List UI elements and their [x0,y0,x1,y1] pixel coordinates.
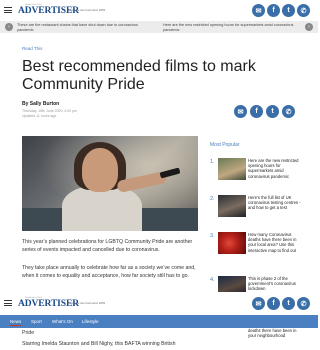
article-category[interactable]: Read This [22,46,42,51]
site-tagline: News you can trust since 1854 [67,8,106,12]
most-popular-item[interactable]: 1. Here are the new restricted opening h… [210,158,300,184]
ticker-left-arrow-icon[interactable]: ‹ [5,23,13,31]
thumbnail-image [218,195,246,217]
header-social-bar: ✉ f t ✆ [252,297,310,310]
whatsapp-icon[interactable]: ✆ [297,297,310,310]
nav-tab-lifestyle[interactable]: Lifestyle [82,319,99,324]
email-icon[interactable]: ✉ [252,4,265,17]
most-popular-item-text[interactable]: deaths there have been in your neighbour… [248,328,304,338]
sticky-site-header: Established 1854 ADVERTISER News you can… [0,292,318,315]
nav-tab-sport[interactable]: Sport [31,319,42,324]
facebook-share-icon[interactable]: f [250,105,263,118]
nav-tab-whats-on[interactable]: What's On [52,319,73,324]
article-updated: Updated 11 hours ago [22,114,57,118]
thumbnail-image [218,232,246,254]
most-popular-heading: Most Popular [210,142,240,148]
header-social-bar: ✉ f t ✆ [252,4,310,17]
article-paragraph: This year’s planned celebrations for LGB… [22,239,193,253]
hamburger-menu-icon[interactable] [4,300,12,306]
twitter-share-icon[interactable]: t [266,105,279,118]
article-subheading: Pride [22,330,35,336]
nav-tab-news[interactable]: News [10,319,22,326]
news-ticker: ‹ These are the restaurant chains that h… [0,21,318,33]
whatsapp-share-icon[interactable]: ✆ [282,105,295,118]
thumbnail-image [218,158,246,180]
email-icon[interactable]: ✉ [252,297,265,310]
main-nav: News Sport What's On Lifestyle [0,315,318,328]
facebook-icon[interactable]: f [267,297,280,310]
most-popular-item[interactable]: 2. Here’s the full list of UK coronaviru… [210,195,301,221]
article-share-bar: ✉ f t ✆ [234,105,295,118]
article-headline: Best recommended films to mark Community… [22,58,256,93]
site-logo[interactable]: Established 1854 ADVERTISER [18,297,79,310]
ticker-item[interactable]: These are the restaurant chains that hav… [17,23,145,32]
site-tagline: News you can trust since 1854 [67,301,106,305]
article-date: Thursday, 18th June 2020, 4:00 pm [22,109,77,113]
article-byline[interactable]: By Sally Burton [22,101,59,107]
article-paragraph: They take place annually to celebrate ho… [22,265,196,279]
email-share-icon[interactable]: ✉ [234,105,247,118]
twitter-icon[interactable]: t [282,297,295,310]
site-logo[interactable]: Established 1854 ADVERTISER [18,4,79,17]
ticker-item[interactable]: Here are the new restricted opening hour… [163,23,301,32]
article-paragraph: Starring Imelda Staunton and Bill Nighy,… [22,341,176,347]
twitter-icon[interactable]: t [282,4,295,17]
ticker-right-arrow-icon[interactable]: › [305,23,313,31]
hamburger-menu-icon[interactable] [4,7,12,13]
whatsapp-icon[interactable]: ✆ [297,4,310,17]
facebook-icon[interactable]: f [267,4,280,17]
site-header: Established 1854 ADVERTISER News you can… [0,0,318,21]
article-hero-image [22,136,198,231]
most-popular-item[interactable]: 3. How many Coronavirus deaths have ther… [210,232,300,258]
